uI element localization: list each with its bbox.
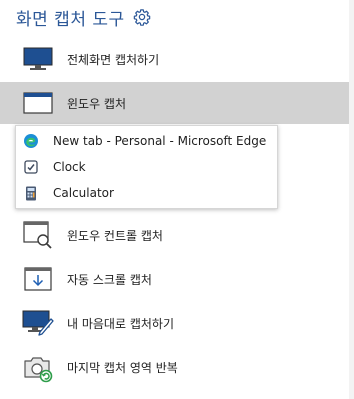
window-list-item-label: Calculator <box>53 186 114 200</box>
window-list-item-edge[interactable]: New tab - Personal - Microsoft Edge <box>16 128 277 154</box>
page-title: 화면 캡처 도구 <box>16 9 125 30</box>
monitor-pen-icon <box>22 308 54 338</box>
menu-item-window-control-capture[interactable]: 윈도우 컨트롤 캡처 <box>0 214 349 256</box>
window-list-item-label: Clock <box>53 160 86 174</box>
window-list-item-calculator[interactable]: Calculator <box>16 180 277 206</box>
menu-item-fullscreen-capture[interactable]: 전체화면 캡처하기 <box>0 38 349 80</box>
panel-edge <box>349 0 354 399</box>
scroll-down-icon <box>22 264 54 294</box>
monitor-icon <box>22 44 54 74</box>
window-list-item-clock[interactable]: Clock <box>16 154 277 180</box>
window-list-popup: New tab - Personal - Microsoft Edge Cloc… <box>15 125 278 209</box>
window-control-search-icon <box>22 220 54 250</box>
menu-item-window-capture[interactable]: 윈도우 캡처 <box>0 82 349 124</box>
menu-item-label: 윈도우 캡처 <box>67 96 127 111</box>
menu-item-label: 마지막 캡처 영역 반복 <box>67 360 178 375</box>
menu-item-repeat-last-capture[interactable]: 마지막 캡처 영역 반복 <box>0 346 349 388</box>
calculator-icon <box>23 185 39 201</box>
menu-item-label: 자동 스크롤 캡처 <box>67 272 152 287</box>
window-list-item-label: New tab - Personal - Microsoft Edge <box>53 134 267 148</box>
menu-item-auto-scroll-capture[interactable]: 자동 스크롤 캡처 <box>0 258 349 300</box>
gear-icon[interactable] <box>133 8 151 26</box>
header: 화면 캡처 도구 <box>16 4 151 30</box>
clock-icon <box>23 159 39 175</box>
menu-item-label: 전체화면 캡처하기 <box>67 52 160 67</box>
menu-item-label: 윈도우 컨트롤 캡처 <box>67 228 163 243</box>
edge-icon <box>23 133 39 149</box>
menu-item-freeform-capture[interactable]: 내 마음대로 캡처하기 <box>0 302 349 344</box>
capture-tool-panel: 화면 캡처 도구 전체화면 캡처하기 윈도우 캡처 윈도우 컨트롤 캡처 자동 … <box>0 0 349 399</box>
window-icon <box>22 88 54 118</box>
menu-item-label: 내 마음대로 캡처하기 <box>67 316 174 331</box>
camera-repeat-icon <box>22 352 54 383</box>
